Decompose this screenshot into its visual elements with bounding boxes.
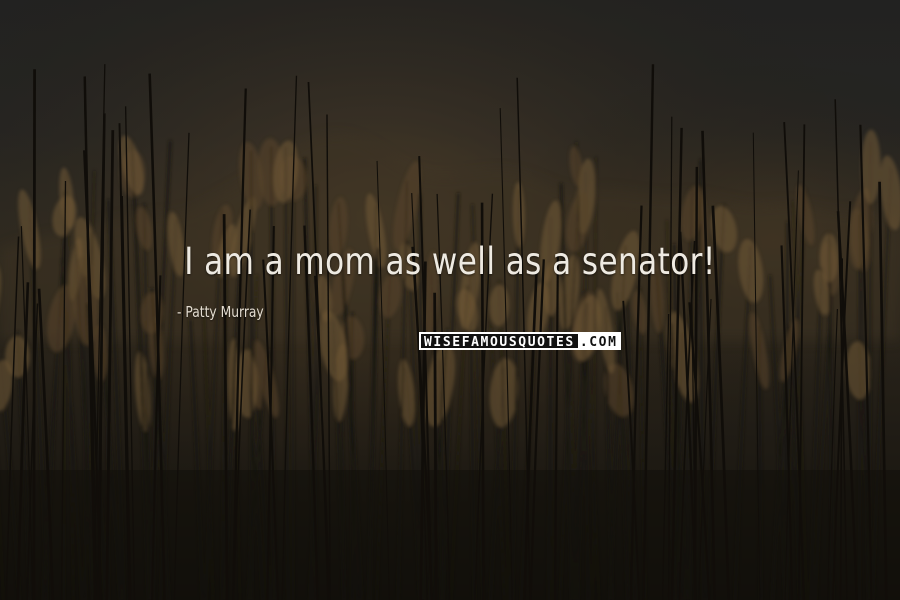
reeds-background-image <box>0 0 900 600</box>
quote-text: I am a mom as well as a senator! <box>184 240 716 283</box>
author-name: Patty Murray <box>185 303 264 321</box>
quote-author: - Patty Murray <box>177 303 264 321</box>
quote-card: I am a mom as well as a senator! - Patty… <box>0 0 900 600</box>
site-watermark-logo: WISEFAMOUSQUOTES .COM <box>419 332 621 350</box>
watermark-dark-part: WISEFAMOUSQUOTES <box>421 334 578 348</box>
watermark-light-part: .COM <box>579 335 618 350</box>
